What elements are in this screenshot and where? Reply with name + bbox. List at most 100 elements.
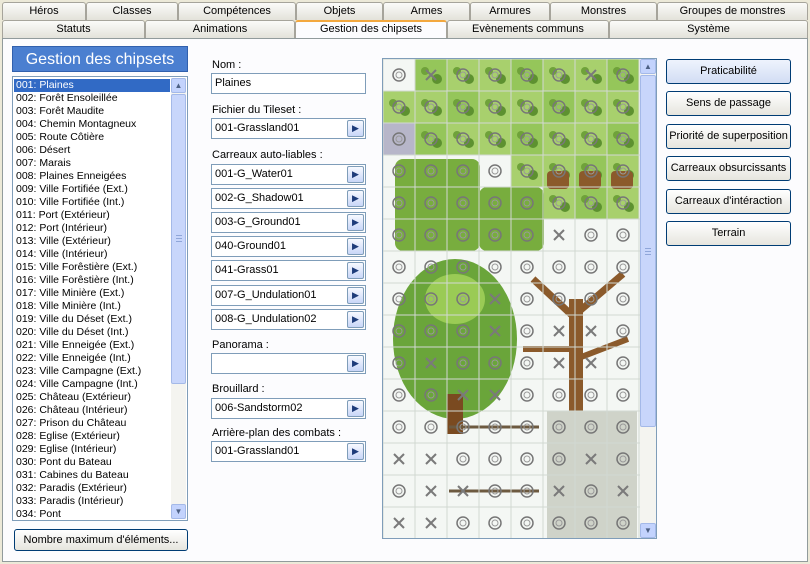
autotile-field-3[interactable]: 003-G_Ground01 (211, 212, 366, 233)
tileset-field[interactable]: 001-Grassland01 (211, 118, 366, 139)
list-item[interactable]: 025: Château (Extérieur) (14, 391, 170, 404)
counter-flag-button[interactable]: Carreaux d'intéraction (666, 189, 791, 214)
tab-armures[interactable]: Armures (470, 2, 550, 20)
list-item[interactable]: 018: Ville Minière (Int.) (14, 300, 170, 313)
list-item[interactable]: 008: Plaines Enneigées (14, 170, 170, 183)
autotile-browse-button[interactable] (347, 238, 364, 255)
tileset-browse-button[interactable] (347, 120, 364, 137)
autotile-field-6[interactable]: 007-G_Undulation01 (211, 285, 366, 306)
passability-button[interactable]: Praticabilité (666, 59, 791, 84)
tab-statuts[interactable]: Statuts (2, 20, 145, 38)
panorama-label: Panorama : (212, 339, 269, 351)
list-item[interactable]: 007: Marais (14, 157, 170, 170)
list-item[interactable]: 031: Cabines du Bateau (14, 469, 170, 482)
list-item[interactable]: 013: Ville (Extérieur) (14, 235, 170, 248)
grass-tile (447, 91, 479, 123)
list-item[interactable]: 004: Chemin Montagneux (14, 118, 170, 131)
passage-direction-button[interactable]: Sens de passage (666, 91, 791, 116)
max-elements-button[interactable]: Nombre maximum d'éléments... (14, 529, 188, 551)
grass-tile (607, 187, 639, 219)
autotile-browse-button[interactable] (347, 214, 364, 231)
panorama-browse-button[interactable] (347, 355, 364, 372)
priority-button[interactable]: Priorité de superposition (666, 124, 791, 149)
tab-row-top: Héros Classes Compétences Objets Armes Armure… (2, 2, 808, 20)
list-item[interactable]: 003: Forêt Maudite (14, 105, 170, 118)
scroll-up-button[interactable]: ▲ (640, 59, 656, 74)
list-item[interactable]: 034: Pont (14, 508, 170, 520)
tileset-list[interactable]: 001: Plaines 002: Forêt Ensoleillée 003: F… (12, 76, 188, 521)
scroll-down-button[interactable]: ▼ (640, 523, 656, 538)
autotile-browse-button[interactable] (347, 287, 364, 304)
list-item[interactable]: 028: Eglise (Extérieur) (14, 430, 170, 443)
list-item[interactable]: 021: Ville Enneigée (Ext.) (14, 339, 170, 352)
fog-field[interactable]: 006-Sandstorm02 (211, 398, 366, 419)
tab-armes[interactable]: Armes (383, 2, 470, 20)
tab-classes[interactable]: Classes (86, 2, 178, 20)
list-item[interactable]: 020: Ville du Déset (Int.) (14, 326, 170, 339)
scroll-down-button[interactable]: ▼ (171, 504, 186, 519)
name-input[interactable]: Plaines (211, 73, 366, 94)
list-item[interactable]: 023: Ville Campagne (Ext.) (14, 365, 170, 378)
tab-monstres[interactable]: Monstres (550, 2, 657, 20)
autotile-field-1[interactable]: 001-G_Water01 (211, 164, 366, 185)
autotile-field-2[interactable]: 002-G_Shadow01 (211, 188, 366, 209)
list-item[interactable]: 016: Ville Forêstière (Int.) (14, 274, 170, 287)
autotile-field-5[interactable]: 041-Grass01 (211, 260, 366, 281)
scroll-up-button[interactable]: ▲ (171, 78, 186, 93)
tab-animations[interactable]: Animations (145, 20, 295, 38)
autotile-value: 041-Grass01 (215, 264, 279, 276)
list-item[interactable]: 010: Ville Fortifiée (Int.) (14, 196, 170, 209)
panorama-field[interactable] (211, 353, 366, 374)
tab-ev-nements-communs[interactable]: Evènements communs (447, 20, 609, 38)
list-item[interactable]: 005: Route Côtière (14, 131, 170, 144)
grass-tile (543, 59, 575, 91)
battleback-browse-button[interactable] (347, 443, 364, 460)
grass-tile (479, 59, 511, 91)
list-scrollbar[interactable]: ▲ ▼ (171, 78, 186, 519)
tileset-value: 001-Grassland01 (215, 122, 300, 134)
tab-syst-me[interactable]: Système (609, 20, 808, 38)
list-item[interactable]: 022: Ville Enneigée (Int.) (14, 352, 170, 365)
tileset-grid[interactable] (383, 59, 642, 539)
tab-gestion-des-chipsets[interactable]: Gestion des chipsets (295, 20, 447, 38)
grass-tile (607, 59, 639, 91)
tileset-scrollbar[interactable]: ▲ ▼ (640, 59, 656, 538)
list-item[interactable]: 001: Plaines (13, 78, 171, 93)
list-item[interactable]: 012: Port (Intérieur) (14, 222, 170, 235)
list-item[interactable]: 029: Eglise (Intérieur) (14, 443, 170, 456)
autotile-browse-button[interactable] (347, 190, 364, 207)
list-item[interactable]: 027: Prison du Château (14, 417, 170, 430)
list-item[interactable]: 015: Ville Forêstière (Ext.) (14, 261, 170, 274)
list-item[interactable]: 024: Ville Campagne (Int.) (14, 378, 170, 391)
fog-browse-button[interactable] (347, 400, 364, 417)
scroll-thumb[interactable] (171, 94, 186, 384)
list-item[interactable]: 032: Paradis (Extérieur) (14, 482, 170, 495)
autotile-browse-button[interactable] (347, 166, 364, 183)
tab-groupes-de-monstres[interactable]: Groupes de monstres (657, 2, 808, 20)
autotile-browse-button[interactable] (347, 311, 364, 328)
terrain-button[interactable]: Terrain (666, 221, 791, 246)
list-item[interactable]: 019: Ville du Déset (Ext.) (14, 313, 170, 326)
list-item[interactable]: 033: Paradis (Intérieur) (14, 495, 170, 508)
list-item[interactable]: 009: Ville Fortifiée (Ext.) (14, 183, 170, 196)
list-item[interactable]: 002: Forêt Ensoleillée (14, 92, 170, 105)
grass-tile (415, 91, 447, 123)
tab-comp-tences[interactable]: Compétences (178, 2, 296, 20)
autotile-field-7[interactable]: 008-G_Undulation02 (211, 309, 366, 330)
list-item[interactable]: 026: Château (Intérieur) (14, 404, 170, 417)
tab-h-ros[interactable]: Héros (2, 2, 86, 20)
autotile-field-4[interactable]: 040-Ground01 (211, 236, 366, 257)
battleback-label: Arrière-plan des combats : (212, 427, 341, 439)
list-item[interactable]: 017: Ville Minière (Ext.) (14, 287, 170, 300)
list-item[interactable]: 006: Désert (14, 144, 170, 157)
autotile-value: 008-G_Undulation02 (215, 313, 317, 325)
list-item[interactable]: 014: Ville (Intérieur) (14, 248, 170, 261)
scroll-thumb[interactable] (640, 75, 656, 427)
list-item[interactable]: 011: Port (Extérieur) (14, 209, 170, 222)
tileset-preview[interactable]: ▲ ▼ (382, 58, 657, 539)
bush-flag-button[interactable]: Carreaux obsurcissants (666, 156, 791, 181)
tab-objets[interactable]: Objets (296, 2, 383, 20)
list-item[interactable]: 030: Pont du Bateau (14, 456, 170, 469)
autotile-browse-button[interactable] (347, 262, 364, 279)
battleback-field[interactable]: 001-Grassland01 (211, 441, 366, 462)
